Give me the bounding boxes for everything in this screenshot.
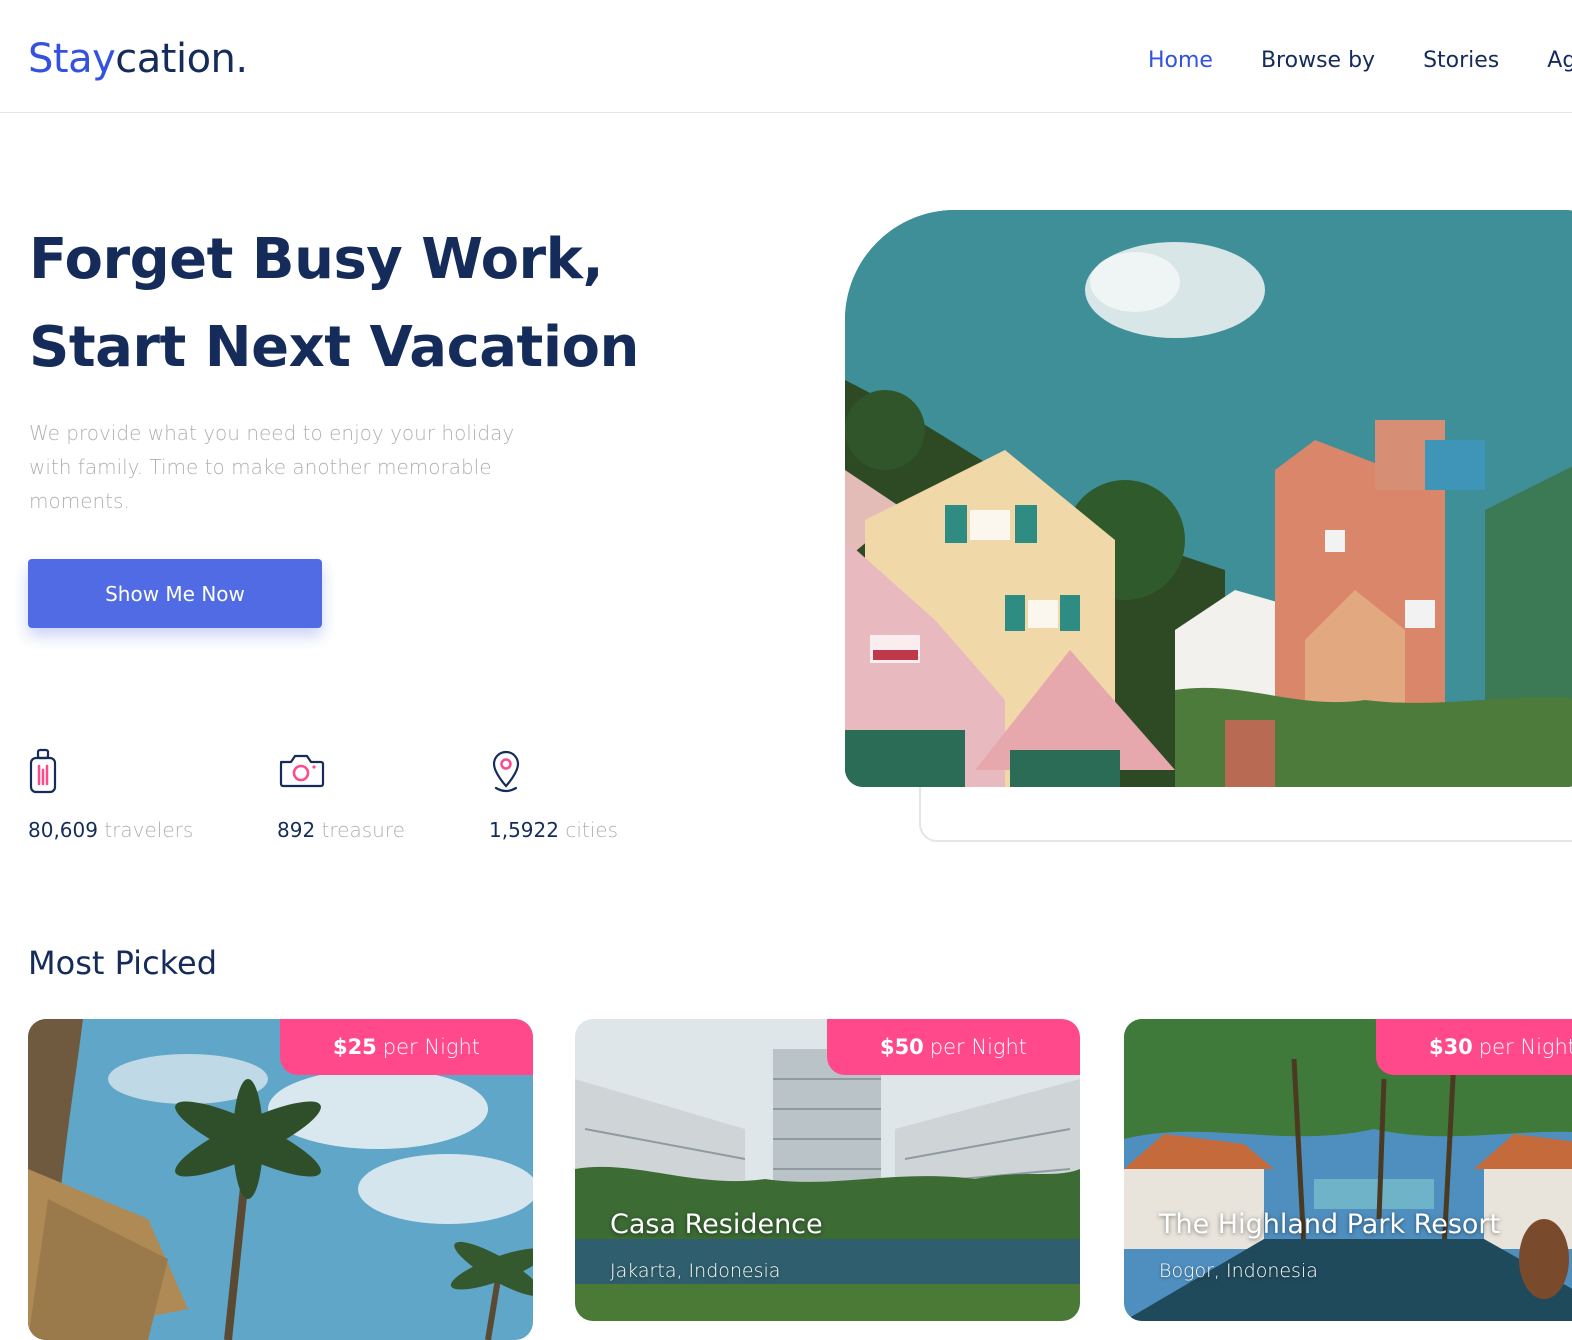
stat-number: 892 [277,818,316,842]
price-unit: per Night [929,1035,1028,1059]
house-village-photo-icon [845,210,1572,787]
main-nav: Home Browse by Stories Agents [1148,48,1572,73]
price-unit: per Night [1478,1035,1572,1059]
stat-number: 80,609 [28,818,98,842]
stat-label: treasure [321,818,405,842]
top-navbar: Staycation. Home Browse by Stories Agent… [0,0,1572,113]
nav-agents[interactable]: Agents [1547,48,1572,73]
stat-number: 1,5922 [489,818,559,842]
stat-travelers: 80,609 travelers [28,748,193,842]
property-card-highland-park-resort[interactable]: $30 per Night The Highland Park Resort Bo… [1124,1019,1572,1321]
price-value: $30 [1428,1035,1473,1059]
suitcase-icon [29,748,57,794]
price-value: $25 [332,1035,377,1059]
property-name: Casa Residence [610,1209,823,1240]
property-name: The Highland Park Resort [1159,1209,1501,1240]
price-unit: per Night [382,1035,481,1059]
price-badge: $30 per Night [1376,1019,1572,1075]
hero-description: We provide what you need to enjoy your h… [29,421,515,513]
hero-title: Forget Busy Work, Start Next Vacation [29,216,639,392]
property-location: Bogor, Indonesia [1159,1260,1318,1282]
stat-label: cities [565,818,619,842]
price-badge: $50 per Night [827,1019,1080,1075]
hero-image [845,210,1572,787]
stat-label: travelers [104,818,194,842]
location-pin-icon [492,750,520,793]
nav-browse-by[interactable]: Browse by [1261,48,1375,73]
brand-logo[interactable]: Staycation. [28,36,248,82]
camera-icon [279,754,325,788]
stat-treasure: 892 treasure [277,748,405,842]
show-me-now-button[interactable]: Show Me Now [28,559,322,628]
hero-title-line2: Start Next Vacation [29,315,639,380]
property-card[interactable]: $25 per Night [28,1019,533,1340]
property-card-casa-residence[interactable]: $50 per Night Casa Residence Jakarta, Ind… [575,1019,1080,1321]
property-location: Jakarta, Indonesia [610,1260,781,1282]
nav-stories[interactable]: Stories [1423,48,1499,73]
brand-rest: cation. [115,36,248,82]
hero-title-line1: Forget Busy Work, [29,227,604,292]
price-badge: $25 per Night [280,1019,533,1075]
brand-accent: Stay [28,36,116,82]
stat-cities: 1,5922 cities [489,748,618,842]
price-value: $50 [879,1035,924,1059]
nav-home[interactable]: Home [1148,48,1213,73]
most-picked-title: Most Picked [28,944,218,982]
